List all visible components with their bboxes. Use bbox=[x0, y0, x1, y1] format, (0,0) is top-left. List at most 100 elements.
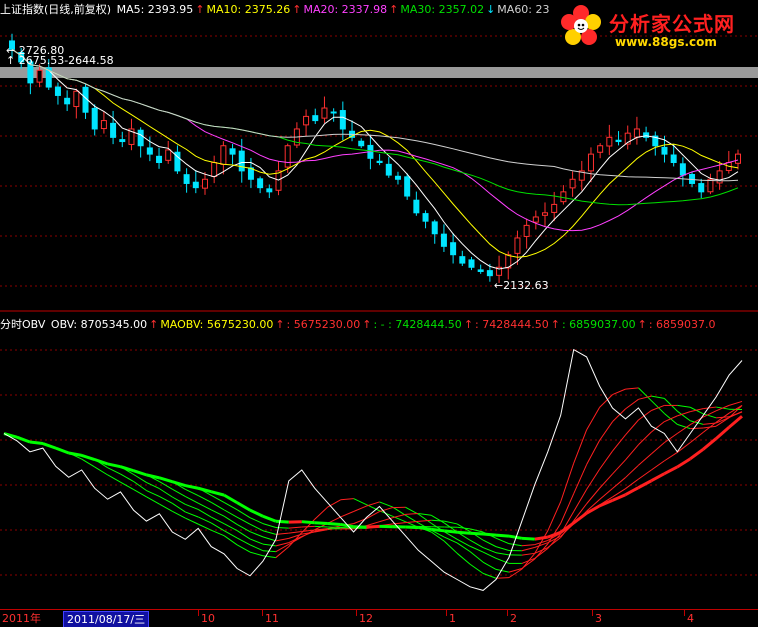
obv-ribbon-segment bbox=[495, 537, 510, 545]
month-tick bbox=[198, 610, 199, 616]
obv-ribbon-segment bbox=[275, 519, 289, 524]
obv-ribbon-segment bbox=[495, 546, 510, 552]
obv-ribbon-segment bbox=[431, 514, 445, 524]
candle-body bbox=[551, 203, 558, 213]
flower-logo-icon bbox=[561, 5, 601, 45]
obv-ribbon-segment bbox=[405, 506, 419, 515]
obv-ribbon-segment bbox=[651, 460, 665, 471]
obv-ribbon-segment bbox=[249, 508, 264, 518]
candle-body bbox=[36, 69, 43, 83]
month-label: 4 bbox=[687, 612, 694, 625]
obv-ribbon-segment bbox=[146, 481, 160, 490]
obv-ribbon-segment bbox=[625, 387, 639, 390]
obv-ribbon-segment bbox=[443, 540, 458, 554]
chart-window: ← 2726.80 ↑ 2675.53-2644.58 ←2132.63 上证指数(… bbox=[0, 0, 758, 627]
obv-ribbon-segment bbox=[599, 473, 613, 489]
obv-ribbon-segment bbox=[625, 419, 639, 436]
candle-body bbox=[54, 86, 61, 96]
obv-ribbon-segment bbox=[223, 493, 238, 504]
obv-ribbon-segment bbox=[159, 503, 173, 512]
obv-ribbon-segment bbox=[625, 444, 639, 461]
obv-ribbon-segment bbox=[120, 473, 134, 482]
obv-ribbon-segment bbox=[185, 511, 199, 518]
obv-ribbon-segment bbox=[29, 440, 44, 446]
obv-ribbon-segment bbox=[495, 552, 510, 556]
obv-ribbon-segment bbox=[612, 388, 626, 396]
obv-ribbon-segment bbox=[625, 464, 639, 478]
month-tick bbox=[446, 610, 447, 616]
obv-ribbon-segment bbox=[236, 544, 251, 553]
month-tick bbox=[356, 610, 357, 616]
obv-ribbon-segment bbox=[405, 525, 419, 530]
obv-ribbon-segment bbox=[638, 469, 652, 480]
obv-ribbon-segment bbox=[353, 505, 367, 512]
candle-body bbox=[303, 115, 310, 126]
obv-ribbon-segment bbox=[573, 489, 588, 512]
arrow-up-icon: ↑ bbox=[149, 318, 159, 331]
obv-ribbon-segment bbox=[690, 408, 704, 413]
obv-ribbon-segment bbox=[469, 551, 484, 563]
candle-body bbox=[670, 154, 677, 163]
obv-ribbon-segment bbox=[418, 526, 432, 531]
obv-ribbon-segment bbox=[210, 509, 225, 517]
obv-ribbon-segment bbox=[236, 530, 251, 540]
obv-ribbon-segment bbox=[638, 431, 652, 446]
obv-ribbon-segment bbox=[586, 468, 600, 490]
obv-ribbon-segment bbox=[366, 524, 380, 529]
obv-ribbon-segment bbox=[664, 433, 678, 444]
candle-body bbox=[321, 107, 328, 119]
obv-ribbon-segment bbox=[197, 523, 212, 531]
month-tick bbox=[592, 610, 593, 616]
obv-ribbon-segment bbox=[638, 453, 652, 466]
arrow-up-icon: ↑ bbox=[362, 318, 372, 331]
obv-ribbon-segment bbox=[431, 527, 445, 533]
candle-body bbox=[707, 178, 714, 193]
month-tick bbox=[507, 610, 508, 616]
obv-ribbon-segment bbox=[456, 552, 471, 565]
obv-ribbon-segment bbox=[353, 498, 367, 506]
obv-ribbon-segment bbox=[586, 440, 601, 465]
obv-ribbon-segment bbox=[495, 577, 509, 579]
obv-ribbon-segment bbox=[612, 459, 626, 475]
obv-ribbon-segment bbox=[172, 488, 186, 497]
candle-body bbox=[192, 181, 199, 189]
obv-legend-item: MAOBV: 5675230.00 bbox=[160, 318, 274, 331]
candle-body bbox=[560, 191, 567, 203]
obv-ribbon-segment bbox=[624, 486, 640, 497]
obv-ribbon-segment bbox=[94, 466, 108, 476]
obv-ribbon-segment bbox=[236, 523, 251, 533]
obv-ribbon-segment bbox=[418, 519, 432, 522]
obv-ribbon-segment bbox=[482, 539, 497, 548]
obv-ribbon-segment bbox=[107, 462, 121, 469]
obv-ribbon-segment bbox=[340, 511, 354, 518]
obv-ribbon-segment bbox=[392, 506, 406, 516]
obv-ribbon-segment bbox=[262, 543, 276, 547]
obv-ribbon-segment bbox=[327, 522, 341, 527]
obv-ribbon-segment bbox=[172, 510, 186, 519]
obv-ribbon-segment bbox=[469, 563, 484, 574]
obv-ribbon-segment bbox=[172, 496, 186, 505]
arrow-down-icon: ↓ bbox=[486, 3, 496, 16]
obv-ribbon-segment bbox=[249, 531, 264, 538]
selected-date-box[interactable]: 2011/08/17/三 bbox=[63, 611, 150, 627]
obv-ribbon-segment bbox=[728, 415, 743, 429]
obv-ribbon-segment bbox=[210, 501, 225, 511]
candle-body bbox=[64, 97, 71, 105]
obv-ribbon-segment bbox=[210, 529, 225, 537]
obv-ribbon-segment bbox=[715, 404, 730, 412]
obv-ribbon-segment bbox=[676, 457, 692, 469]
obv-ribbon-segment bbox=[16, 435, 31, 444]
obv-legend-item: OBV: 8705345.00 bbox=[50, 318, 148, 331]
candle-body bbox=[385, 163, 392, 176]
obv-ribbon-segment bbox=[120, 481, 134, 490]
month-tick bbox=[262, 610, 263, 616]
candle-body bbox=[220, 145, 227, 165]
obv-ribbon-segment bbox=[664, 452, 678, 462]
candle-body bbox=[431, 221, 438, 235]
candle-body bbox=[661, 146, 668, 155]
obv-ribbon-segment bbox=[663, 465, 678, 475]
obv-ribbon-segment bbox=[728, 400, 743, 406]
site-logo: 分析家公式网 www.88gs.com bbox=[555, 2, 750, 52]
candle-body bbox=[156, 155, 163, 163]
obv-ribbon-segment bbox=[405, 520, 419, 524]
